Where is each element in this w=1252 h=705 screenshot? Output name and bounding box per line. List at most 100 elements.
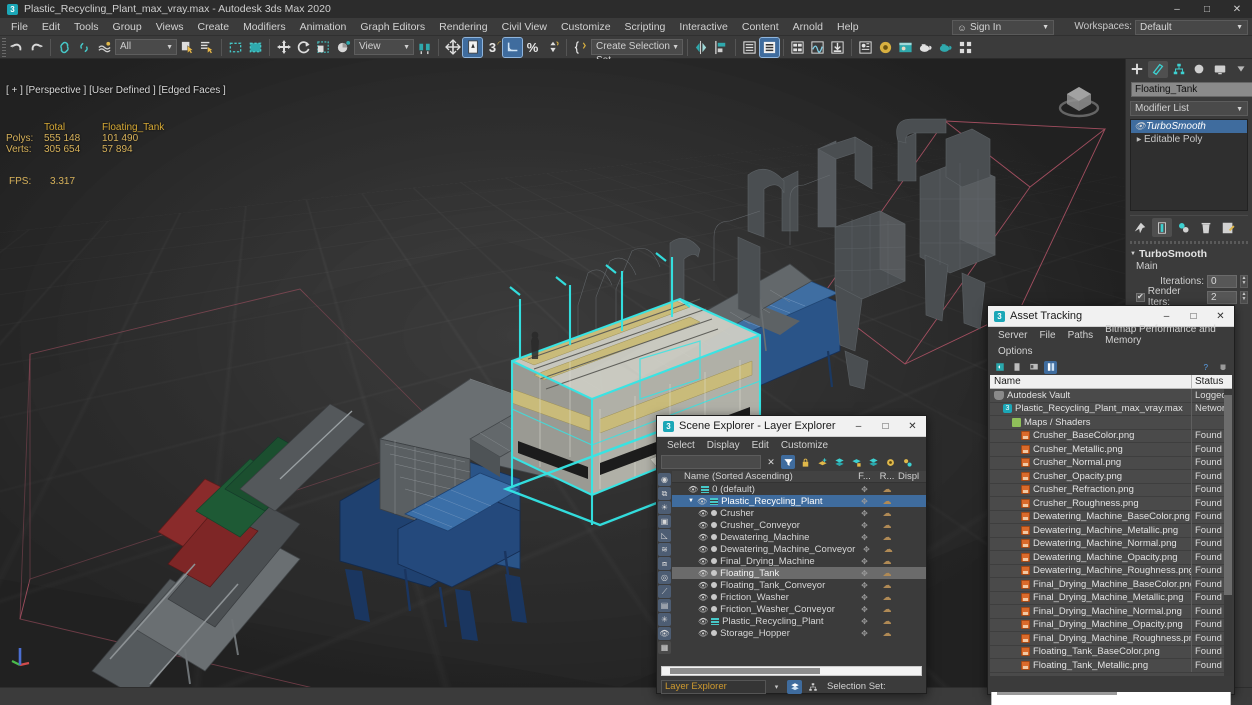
- schematic-view-icon[interactable]: [828, 38, 847, 57]
- percent-snap-3-icon[interactable]: 3 ◜: [483, 38, 502, 57]
- menu-scripting[interactable]: Scripting: [618, 18, 673, 36]
- freeze-cell[interactable]: ✥: [853, 509, 876, 518]
- toolbar-grip[interactable]: [2, 37, 6, 57]
- scene-explorer-row[interactable]: 👁 Floating_Tank_Conveyor ✥ ☁: [672, 579, 926, 591]
- layer-stack-icon[interactable]: [832, 455, 846, 469]
- open-file-icon[interactable]: [1010, 361, 1023, 374]
- asset-row[interactable]: Dewatering_Machine_Roughness.png Found: [990, 564, 1232, 578]
- freeze-cell[interactable]: ✥: [853, 569, 876, 578]
- column-name[interactable]: Name: [990, 375, 1192, 389]
- scene-explorer-icon[interactable]: [759, 36, 780, 58]
- spinner-snap-icon[interactable]: [543, 38, 562, 57]
- modifier-stack-item-turbosmooth[interactable]: 👁 TurboSmooth: [1131, 120, 1247, 133]
- at-menu-bitmap[interactable]: Bitmap Performance and Memory: [1099, 324, 1234, 346]
- asset-row[interactable]: Dewatering_Machine_Normal.png Found: [990, 537, 1232, 551]
- filter-icon[interactable]: [781, 455, 795, 469]
- freeze-cell[interactable]: ✥: [853, 593, 876, 602]
- rectangular-selection-region-icon[interactable]: [226, 38, 245, 57]
- se-side-camera-icon[interactable]: ▣: [658, 515, 671, 528]
- scene-explorer-search-input[interactable]: [661, 455, 761, 469]
- asset-row[interactable]: Crusher_Opacity.png Found: [990, 469, 1232, 484]
- scene-explorer-row[interactable]: 👁 Dewatering_Machine_Conveyor ✥ ☁: [672, 543, 926, 555]
- footer-layer-icon[interactable]: [787, 679, 802, 694]
- menu-file[interactable]: File: [4, 18, 35, 36]
- explorer-mode-select[interactable]: Layer Explorer: [661, 679, 766, 694]
- eye-icon[interactable]: 👁: [1134, 121, 1146, 132]
- se-menu-display[interactable]: Display: [701, 440, 746, 451]
- named-selection-set-input[interactable]: Create Selection Set ▼: [591, 39, 683, 66]
- menu-content[interactable]: Content: [735, 18, 786, 36]
- freeze-cell[interactable]: ✥: [853, 521, 876, 530]
- asset-row[interactable]: Floating_Tank_BaseColor.png Found: [990, 645, 1232, 659]
- render-iters-spinner[interactable]: 2: [1207, 290, 1237, 304]
- render-iterative-icon[interactable]: [936, 38, 955, 57]
- menu-tools[interactable]: Tools: [67, 18, 106, 36]
- render-cell[interactable]: ☁: [876, 556, 898, 567]
- align-icon[interactable]: [712, 38, 731, 57]
- maximize-button[interactable]: □: [872, 416, 899, 437]
- se-menu-customize[interactable]: Customize: [775, 440, 834, 451]
- render-cell[interactable]: ☁: [876, 484, 898, 495]
- footer-caret-icon[interactable]: ▾: [769, 680, 784, 694]
- menu-group[interactable]: Group: [106, 18, 149, 36]
- select-and-link-icon[interactable]: [55, 38, 74, 57]
- scene-explorer-row[interactable]: 👁 Storage_Hopper ✥ ☁: [672, 627, 926, 639]
- render-in-cloud-icon[interactable]: [956, 38, 975, 57]
- se-side-helper-icon[interactable]: ◺: [658, 529, 671, 542]
- eye-icon[interactable]: 👁: [698, 629, 708, 638]
- asset-tracking-vertical-scrollbar[interactable]: [1224, 389, 1232, 680]
- eye-icon[interactable]: 👁: [698, 617, 708, 626]
- at-menu-options[interactable]: Options: [992, 346, 1038, 357]
- chevron-right-icon[interactable]: ▶: [1134, 136, 1144, 143]
- eye-icon[interactable]: 👁: [698, 545, 708, 554]
- redo-button[interactable]: [27, 38, 46, 57]
- use-pivot-point-center-icon[interactable]: [415, 38, 434, 57]
- menu-graph-editors[interactable]: Graph Editors: [353, 18, 432, 36]
- render-cell[interactable]: ☁: [876, 508, 898, 519]
- freeze-cell[interactable]: ✥: [853, 533, 876, 542]
- scene-explorer-row[interactable]: 👁 0 (default) ✥ ☁: [672, 483, 926, 495]
- menu-edit[interactable]: Edit: [35, 18, 67, 36]
- object-name-input[interactable]: [1131, 82, 1252, 97]
- scene-explorer-row[interactable]: 👁 Dewatering_Machine ✥ ☁: [672, 531, 926, 543]
- eye-icon[interactable]: 👁: [697, 497, 707, 506]
- render-cell[interactable]: ☁: [876, 628, 898, 639]
- column-render[interactable]: R...: [876, 471, 898, 482]
- iterations-spin-arrows[interactable]: ▲ ▼: [1240, 274, 1248, 288]
- se-side-xref-icon[interactable]: ◎: [658, 571, 671, 584]
- select-by-name-icon[interactable]: [198, 38, 217, 57]
- se-side-light-icon[interactable]: ☀: [658, 501, 671, 514]
- scene-explorer-row[interactable]: 👁 Crusher ✥ ☁: [672, 507, 926, 519]
- scene-explorer-horizontal-scrollbar[interactable]: [661, 666, 922, 676]
- snaps-toggle-icon[interactable]: [443, 38, 462, 57]
- asset-row[interactable]: Final_Drying_Machine_Normal.png Found: [990, 604, 1232, 619]
- asset-row[interactable]: Maps / Shaders: [990, 415, 1232, 430]
- render-iters-spin-arrows[interactable]: ▲ ▼: [1240, 290, 1248, 304]
- asset-row[interactable]: Final_Drying_Machine_Roughness.png Found: [990, 631, 1232, 646]
- scene-explorer-row[interactable]: 👁 Friction_Washer ✥ ☁: [672, 591, 926, 603]
- select-and-move-icon[interactable]: [274, 38, 293, 57]
- menu-help[interactable]: Help: [830, 18, 866, 36]
- modify-tab[interactable]: [1147, 60, 1168, 78]
- lock-icon[interactable]: [798, 455, 812, 469]
- eye-icon[interactable]: 👁: [698, 581, 708, 590]
- render-cell[interactable]: ☁: [876, 520, 898, 531]
- asset-row[interactable]: Crusher_BaseColor.png Found: [990, 429, 1232, 443]
- menu-create[interactable]: Create: [191, 18, 237, 36]
- rendered-frame-window-icon[interactable]: [896, 38, 915, 57]
- at-menu-server[interactable]: Server: [992, 330, 1033, 341]
- scene-explorer-list[interactable]: Name (Sorted Ascending) F... R... Displ …: [672, 471, 926, 664]
- select-object-icon[interactable]: [178, 38, 197, 57]
- active-layer-icon[interactable]: [866, 455, 880, 469]
- show-end-result-icon[interactable]: [1152, 218, 1172, 237]
- at-menu-file[interactable]: File: [1033, 330, 1061, 341]
- freeze-cell[interactable]: ✥: [853, 629, 876, 638]
- bind-to-space-warp-icon[interactable]: [95, 38, 114, 57]
- minimize-button[interactable]: –: [1162, 0, 1192, 18]
- asset-row[interactable]: Final_Drying_Machine_Opacity.png Found: [990, 618, 1232, 632]
- column-name[interactable]: Name (Sorted Ascending): [672, 471, 853, 482]
- maximize-button[interactable]: □: [1192, 0, 1222, 18]
- se-side-particle-icon[interactable]: ✳: [658, 613, 671, 626]
- scene-explorer-row[interactable]: ▼ 👁 Plastic_Recycling_Plant ✥ ☁: [672, 495, 926, 507]
- se-side-settings-icon[interactable]: ▦: [658, 641, 671, 654]
